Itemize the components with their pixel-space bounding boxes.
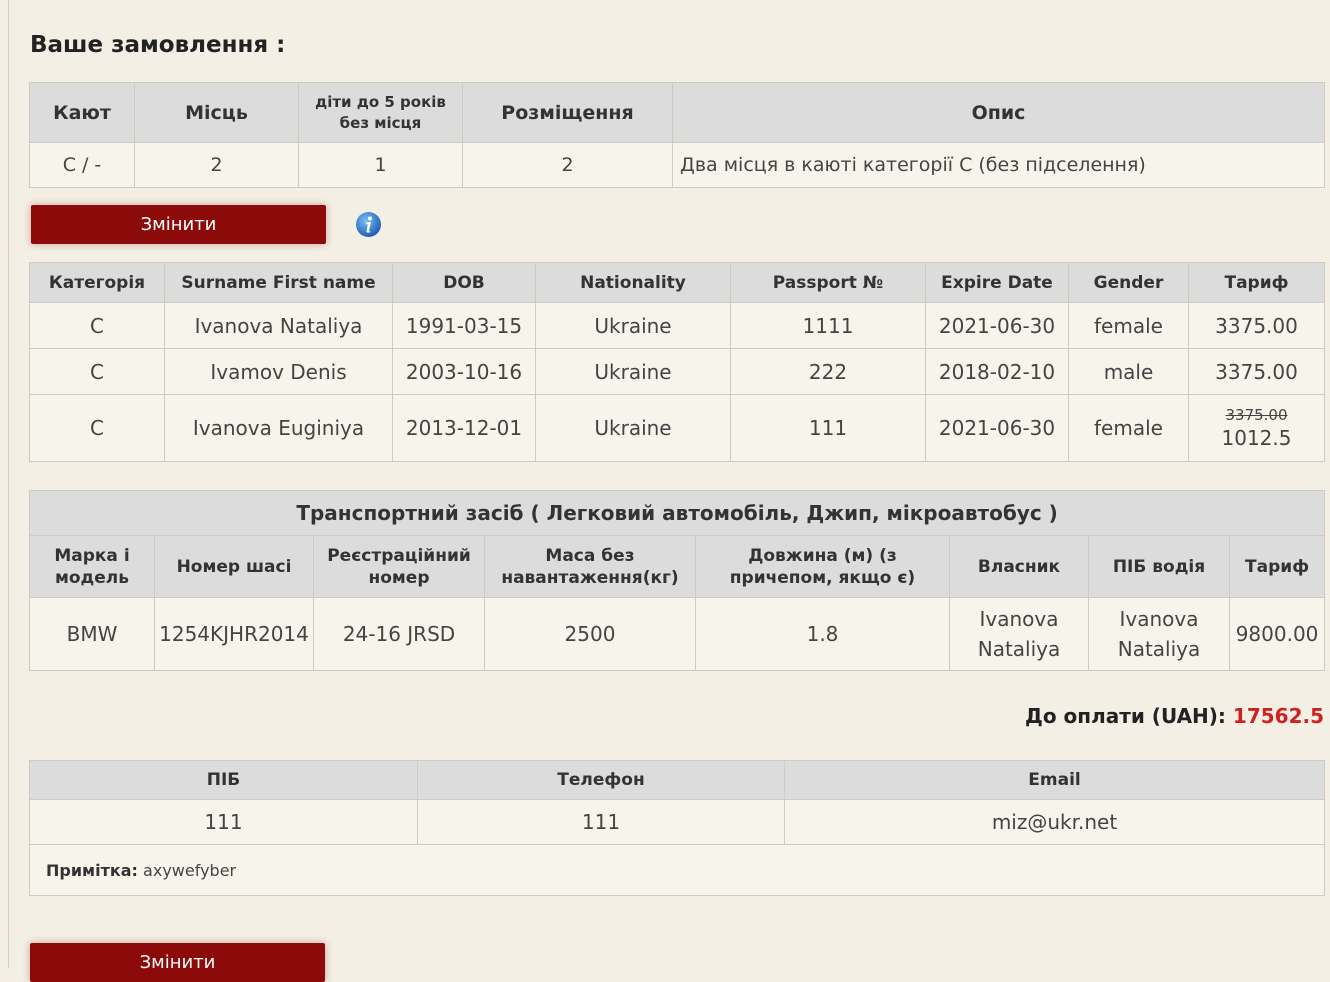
passenger-passport: 1111 — [730, 302, 926, 349]
passenger-tariff: 3375.00 1012.5 — [1188, 394, 1325, 462]
passenger-name: Ivanova Nataliya — [164, 302, 393, 349]
passenger-gender: male — [1068, 348, 1189, 395]
passenger-name: Ivamov Denis — [164, 348, 393, 395]
change-order-button[interactable]: Змінити — [31, 205, 326, 244]
passenger-row: C Ivanova Nataliya 1991-03-15 Ukraine 11… — [29, 302, 1325, 349]
passenger-expire: 2018-02-10 — [925, 348, 1069, 395]
passenger-expire: 2021-06-30 — [925, 302, 1069, 349]
vehicle-registration: 24-16 JRSD — [313, 597, 485, 671]
vehicle-header-driver: ПІБ водія — [1088, 535, 1230, 598]
contact-header-email: Email — [784, 760, 1325, 800]
contact-email: miz@ukr.net — [784, 799, 1325, 845]
passenger-nationality: Ukraine — [535, 394, 731, 462]
passengers-header-category: Категорія — [29, 262, 165, 303]
passenger-category: C — [29, 348, 165, 395]
passengers-header-tariff: Тариф — [1188, 262, 1325, 303]
contact-row: 111 111 miz@ukr.net — [29, 799, 1325, 845]
vehicle-table: Транспортний засіб ( Легковий автомобіль… — [28, 490, 1326, 671]
left-border — [8, 0, 9, 968]
change-bottom-button[interactable]: Змінити — [30, 943, 325, 982]
passenger-dob: 1991-03-15 — [392, 302, 536, 349]
vehicle-header-mass: Маса без навантаження(кг) — [484, 535, 696, 598]
vehicle-owner: Ivanova Nataliya — [949, 597, 1089, 671]
page-title: Ваше замовлення : — [30, 32, 286, 58]
contact-name: 111 — [29, 799, 418, 845]
passengers-header-row: Категорія Surname First name DOB Nationa… — [29, 262, 1325, 303]
contact-header-phone: Телефон — [417, 760, 785, 800]
order-header-children: діти до 5 років без місця — [298, 82, 463, 143]
order-header-cabins: Кают — [29, 82, 135, 143]
order-placement: 2 — [462, 142, 673, 188]
passengers-header-nationality: Nationality — [535, 262, 731, 303]
passengers-header-gender: Gender — [1068, 262, 1189, 303]
vehicle-mass: 2500 — [484, 597, 696, 671]
order-header-placement: Розміщення — [462, 82, 673, 143]
passenger-category: C — [29, 394, 165, 462]
note-label: Примітка: — [46, 860, 138, 880]
order-row: C / - 2 1 2 Два місця в каюті категорії … — [29, 142, 1325, 188]
price-old: 3375.00 — [1225, 405, 1288, 424]
passenger-nationality: Ukraine — [535, 348, 731, 395]
contact-header-name: ПІБ — [29, 760, 418, 800]
note: Примітка: axywefyber — [29, 844, 1325, 896]
passenger-dob: 2003-10-16 — [392, 348, 536, 395]
vehicle-header-registration: Реєстраційний номер — [313, 535, 485, 598]
vehicle-length: 1.8 — [695, 597, 950, 671]
passenger-gender: female — [1068, 302, 1189, 349]
contact-phone: 111 — [417, 799, 785, 845]
vehicle-caption-row: Транспортний засіб ( Легковий автомобіль… — [28, 490, 1326, 536]
passengers-table: Категорія Surname First name DOB Nationa… — [29, 262, 1325, 462]
vehicle-tariff: 9800.00 — [1228, 597, 1326, 671]
order-cabins: C / - — [29, 142, 135, 188]
note-value: axywefyber — [143, 860, 237, 880]
passenger-tariff: 3375.00 — [1188, 348, 1325, 395]
passenger-name: Ivanova Euginiya — [164, 394, 393, 462]
vehicle-header-make: Марка і модель — [29, 535, 155, 598]
note-row: Примітка: axywefyber — [29, 844, 1325, 896]
order-header-description: Опис — [672, 82, 1325, 143]
passenger-row: C Ivamov Denis 2003-10-16 Ukraine 222 20… — [29, 348, 1325, 395]
order-header-places: Місць — [134, 82, 299, 143]
passenger-gender: female — [1068, 394, 1189, 462]
vehicle-caption: Транспортний засіб ( Легковий автомобіль… — [28, 490, 1326, 536]
total-amount: 17562.5 — [1232, 704, 1324, 728]
order-children: 1 — [298, 142, 463, 188]
total-to-pay: До оплати (UAH): 17562.5 — [1025, 704, 1324, 728]
vehicle-header-chassis: Номер шасі — [154, 535, 314, 598]
vehicle-row: BMW 1254KJHR2014 24-16 JRSD 2500 1.8 Iva… — [29, 597, 1326, 671]
vehicle-header-owner: Власник — [949, 535, 1089, 598]
vehicle-header-tariff: Тариф — [1228, 535, 1326, 598]
vehicle-header-length: Довжина (м) (з причепом, якщо є) — [695, 535, 950, 598]
price-new: 1012.5 — [1221, 425, 1292, 450]
passengers-header-name: Surname First name — [164, 262, 393, 303]
passenger-dob: 2013-12-01 — [392, 394, 536, 462]
vehicle-header-row: Марка і модель Номер шасі Реєстраційний … — [29, 535, 1326, 598]
order-places: 2 — [134, 142, 299, 188]
vehicle-make: BMW — [29, 597, 155, 671]
contact-header-row: ПІБ Телефон Email — [29, 760, 1325, 800]
passenger-passport: 222 — [730, 348, 926, 395]
passengers-header-dob: DOB — [392, 262, 536, 303]
passenger-passport: 111 — [730, 394, 926, 462]
total-label: До оплати (UAH): — [1025, 704, 1226, 728]
passenger-category: C — [29, 302, 165, 349]
passenger-tariff: 3375.00 — [1188, 302, 1325, 349]
passenger-row: C Ivanova Euginiya 2013-12-01 Ukraine 11… — [29, 394, 1325, 462]
order-header-row: Кают Місць діти до 5 років без місця Роз… — [29, 82, 1325, 143]
order-description: Два місця в каюті категорії C (без підсе… — [672, 142, 1325, 188]
vehicle-chassis: 1254KJHR2014 — [154, 597, 314, 671]
passenger-nationality: Ukraine — [535, 302, 731, 349]
order-table: Кают Місць діти до 5 років без місця Роз… — [29, 82, 1325, 188]
info-icon[interactable] — [355, 211, 382, 238]
passengers-header-expire: Expire Date — [925, 262, 1069, 303]
passenger-expire: 2021-06-30 — [925, 394, 1069, 462]
vehicle-driver: Ivanova Nataliya — [1088, 597, 1230, 671]
passengers-header-passport: Passport № — [730, 262, 926, 303]
contact-table: ПІБ Телефон Email 111 111 miz@ukr.net Пр… — [29, 760, 1325, 896]
